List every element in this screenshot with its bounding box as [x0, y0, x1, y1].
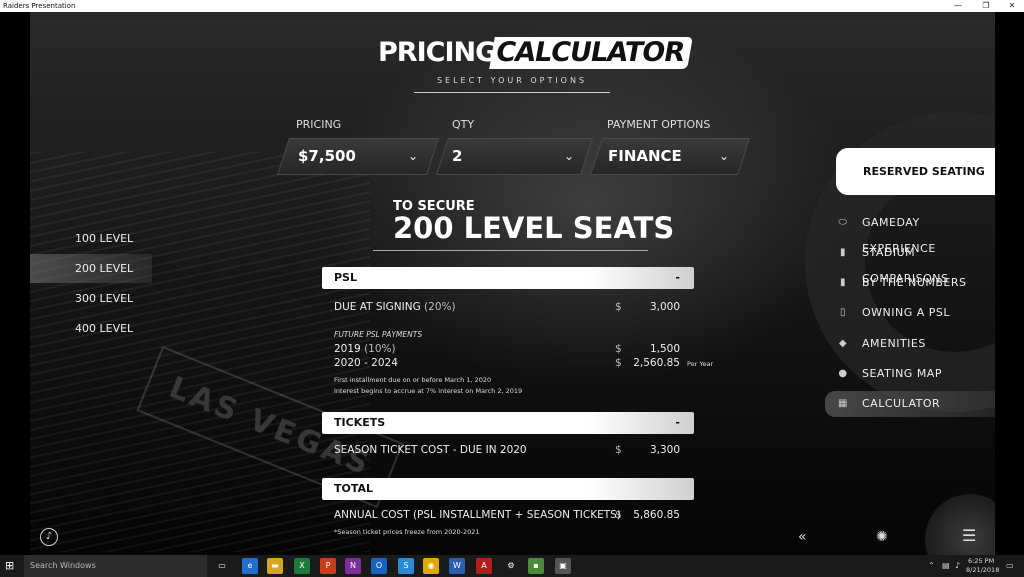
book-icon: ▮	[839, 277, 846, 288]
powerpoint-icon[interactable]: P	[320, 558, 336, 574]
outlook-icon[interactable]: O	[371, 558, 387, 574]
calculator-icon: ▦	[838, 398, 848, 409]
psl-section-title: PSL	[334, 271, 357, 284]
close-button[interactable]: ✕	[998, 0, 1024, 12]
acrobat-icon[interactable]: A	[476, 558, 492, 574]
document-icon: ▯	[839, 307, 846, 318]
nav-owning-a-psl[interactable]: ▯ OWNING A PSL	[825, 300, 995, 326]
nav-stadium-comparisons[interactable]: ▮ STADIUM COMPARISONS	[825, 240, 995, 285]
word-icon[interactable]: W	[449, 558, 465, 574]
minimize-button[interactable]: —	[944, 0, 972, 12]
skype-icon[interactable]: S	[398, 558, 414, 574]
window-titlebar: Raiders Presentation — ❐ ✕	[0, 0, 1024, 12]
due-at-signing-label: DUE AT SIGNING (20%)	[334, 301, 456, 313]
payment-2020-2024-label: 2020 - 2024	[334, 357, 398, 369]
chevron-down-icon: ⌄	[408, 149, 419, 163]
level-400[interactable]: 400 LEVEL	[30, 314, 152, 343]
stadium-background	[30, 152, 370, 552]
currency-symbol: $	[615, 343, 622, 355]
hamburger-menu-icon[interactable]: ☰	[962, 526, 976, 545]
payment-2019-amount: 1,500	[649, 343, 680, 355]
season-ticket-cost-label: SEASON TICKET COST - DUE IN 2020	[334, 444, 527, 456]
payment-2019-label: 2019 (10%)	[334, 343, 396, 355]
seats-title: 200 LEVEL SEATS	[393, 211, 675, 245]
chrome-icon[interactable]: ◉	[423, 558, 439, 574]
collapse-icon[interactable]: -	[675, 412, 680, 434]
season-ticket-freeze-note: *Season ticket prices freeze from 2020-2…	[334, 528, 480, 536]
tray-chevron-up-icon[interactable]: ⌃	[928, 561, 935, 570]
title-underline	[373, 250, 648, 251]
payment-2020-2024-amount: 2,560.85	[633, 357, 680, 369]
collapse-icon[interactable]: -	[675, 267, 680, 289]
level-100[interactable]: 100 LEVEL	[30, 224, 152, 253]
notifications-icon[interactable]: ▭	[1006, 561, 1014, 570]
annual-cost-label: ANNUAL COST (PSL INSTALLMENT + SEASON TI…	[334, 509, 621, 521]
edge-icon[interactable]: e	[242, 558, 258, 574]
left-window-margin	[0, 12, 30, 555]
currency-symbol: $	[615, 444, 622, 456]
loading-spinner-icon: ✺	[876, 529, 888, 545]
interest-note: Interest begins to accrue at 7% interest…	[334, 387, 523, 395]
network-icon[interactable]: ▤	[942, 561, 950, 570]
excel-icon[interactable]: X	[294, 558, 310, 574]
nav-calculator[interactable]: ▦ CALCULATOR	[825, 391, 995, 417]
page-subtitle: SELECT YOUR OPTIONS	[436, 76, 588, 85]
windows-taskbar: ⊞ Search Windows ▭ e ▬ X P N O S ◉ W A ⚙…	[0, 555, 1024, 577]
nav-by-the-numbers[interactable]: ▮ BY THE NUMBERS	[825, 270, 995, 296]
installment-note: First installment due on or before March…	[334, 376, 492, 384]
maximize-button[interactable]: ❐	[972, 0, 1000, 12]
pricing-calculator-logo: PRICINGCALCULATOR	[378, 37, 693, 69]
subtitle-underline	[414, 92, 610, 93]
reserved-seating-tab[interactable]: RESERVED SEATING	[836, 148, 995, 195]
due-at-signing-amount: 3,000	[649, 301, 680, 313]
chevron-down-icon: ⌄	[564, 149, 575, 163]
payment-options-value: FINANCE	[608, 147, 682, 165]
music-icon[interactable]: ♪	[40, 528, 58, 546]
qty-value: 2	[452, 147, 463, 165]
nav-gameday-experience[interactable]: ⬭ GAMEDAY EXPERIENCE	[825, 210, 995, 255]
football-icon: ⬭	[838, 217, 848, 228]
tickets-section-title: TICKETS	[334, 416, 386, 429]
annual-cost-amount: 5,860.85	[633, 509, 680, 521]
file-explorer-icon[interactable]: ▬	[267, 558, 283, 574]
windows-start-icon[interactable]: ⊞	[5, 560, 17, 572]
pricing-label: PRICING	[296, 118, 342, 131]
clock-time[interactable]: 6:25 PM	[968, 557, 994, 565]
double-chevron-left-icon[interactable]: «	[798, 529, 807, 545]
tickets-section-header[interactable]: TICKETS -	[322, 412, 694, 434]
tag-icon: ◆	[838, 338, 848, 349]
window-title: Raiders Presentation	[3, 2, 76, 10]
raiders-app-icon[interactable]: ▣	[555, 558, 571, 574]
payment-options-label: PAYMENT OPTIONS	[607, 118, 711, 131]
total-section-header: TOTAL	[322, 478, 694, 500]
level-200[interactable]: 200 LEVEL	[30, 254, 152, 283]
book-icon: ▮	[839, 247, 846, 258]
total-section-title: TOTAL	[334, 482, 374, 495]
clock-date[interactable]: 8/21/2018	[966, 566, 999, 574]
per-year-label: Per Year	[687, 360, 714, 368]
volume-icon[interactable]: ♪	[955, 561, 960, 570]
qty-label: QTY	[452, 118, 475, 131]
pricing-value: $7,500	[298, 147, 356, 165]
level-300[interactable]: 300 LEVEL	[30, 284, 152, 313]
check-circle-icon: ●	[838, 368, 848, 379]
taskbar-search-input[interactable]: Search Windows	[24, 555, 207, 577]
nav-amenities[interactable]: ◆ AMENITIES	[825, 331, 995, 357]
currency-symbol: $	[615, 357, 622, 369]
currency-symbol: $	[615, 509, 622, 521]
app-canvas: LAS VEGAS PRICINGCALCULATOR SELECT YOUR …	[30, 12, 995, 555]
currency-symbol: $	[615, 301, 622, 313]
menu-button-background	[925, 494, 995, 555]
nav-seating-map[interactable]: ● SEATING MAP	[825, 361, 995, 387]
settings-icon[interactable]: ⚙	[503, 558, 519, 574]
app-icon[interactable]: ▪	[528, 558, 544, 574]
onenote-icon[interactable]: N	[345, 558, 361, 574]
task-view-icon[interactable]: ▭	[214, 558, 230, 574]
chevron-down-icon: ⌄	[719, 149, 730, 163]
psl-section-header[interactable]: PSL -	[322, 267, 694, 289]
season-ticket-cost-amount: 3,300	[649, 444, 680, 456]
future-psl-payments-label: FUTURE PSL PAYMENTS	[334, 330, 423, 339]
